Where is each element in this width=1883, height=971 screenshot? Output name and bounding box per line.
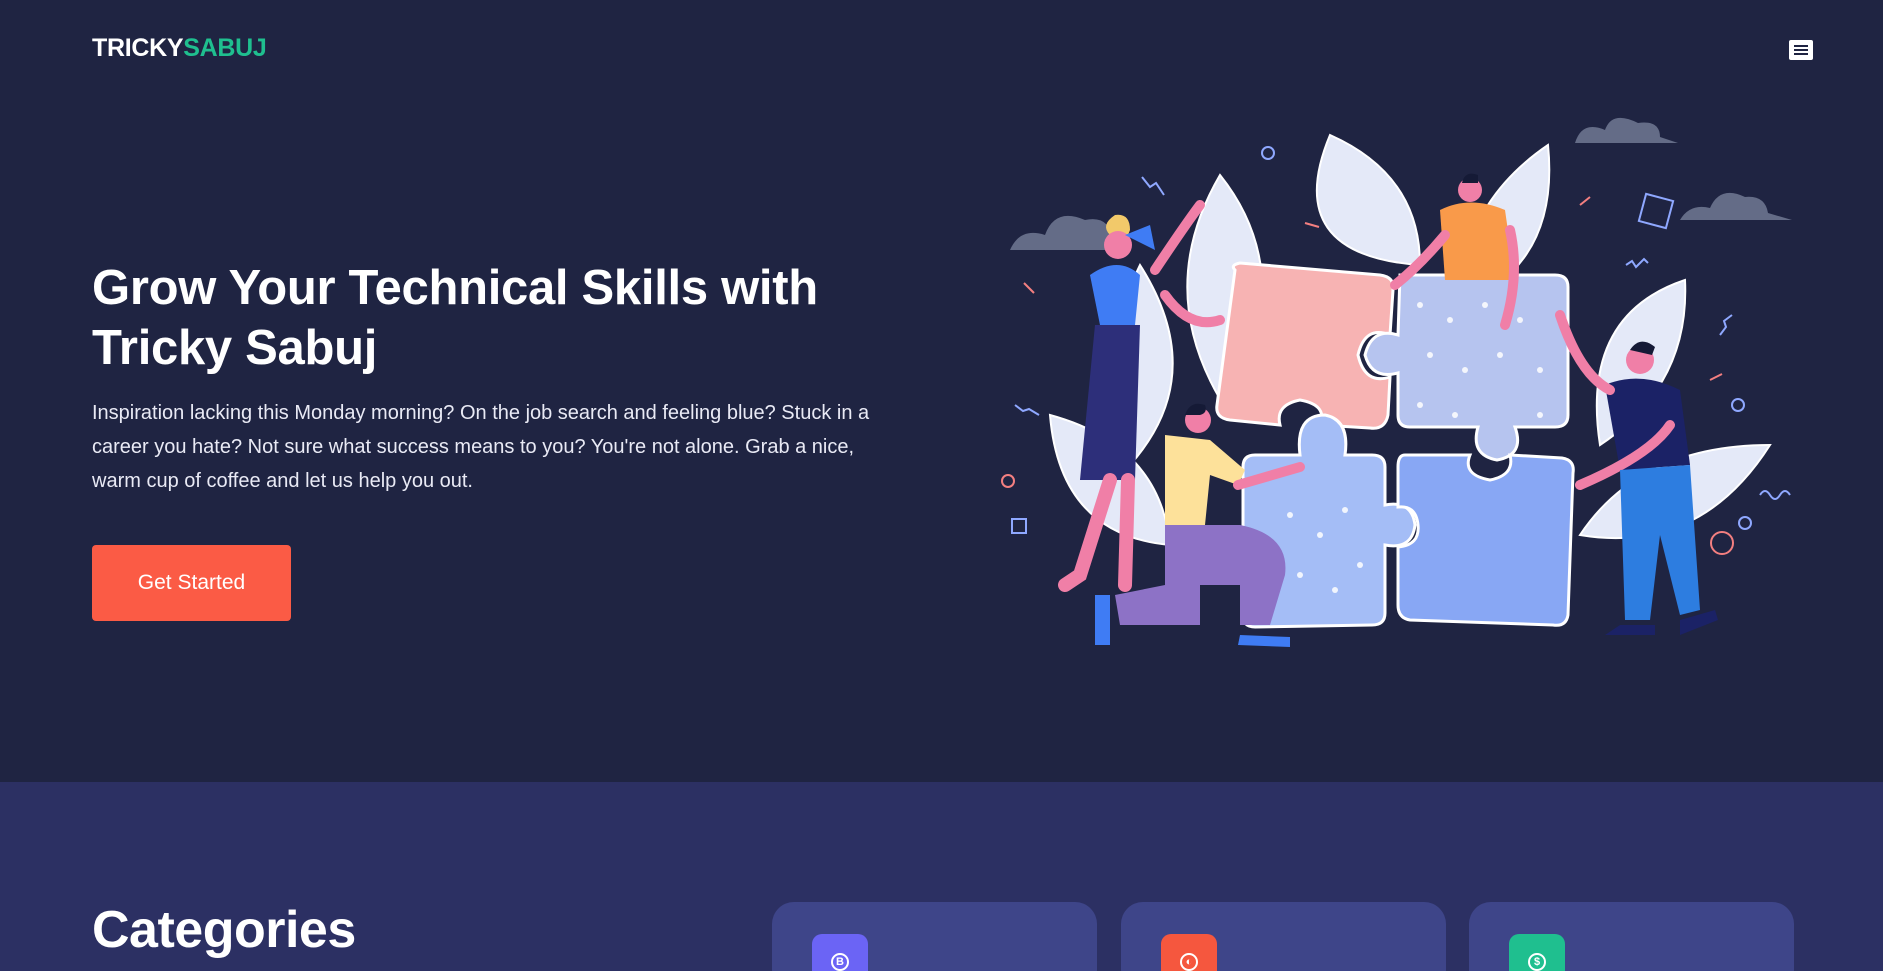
category-card-1[interactable]: B [772,902,1097,971]
logo-text-sabuj: SABUJ [183,34,267,62]
category-card-3[interactable]: $ [1469,902,1794,971]
categories-title: Categories [92,901,356,959]
bitcoin-glyph: B [831,953,849,971]
hero-description: Inspiration lacking this Monday morning?… [92,402,870,492]
hero-title: Grow Your Technical Skills with Tricky S… [92,261,818,375]
logo-text-tricky: TRICKY [92,34,184,62]
palette-glyph: ◐ [1180,953,1198,971]
site-logo[interactable]: TRICKYSABUJ [92,34,267,63]
site-header: TRICKYSABUJ [0,0,1883,100]
bitcoin-icon: B [812,934,868,971]
team-assembling-puzzle-illustration [1001,117,1792,647]
dollar-glyph: $ [1528,953,1546,971]
hamburger-menu-icon[interactable] [1789,40,1813,60]
categories-section: Categories B ◐ $ [0,782,1883,971]
get-started-button[interactable]: Get Started [92,545,291,621]
dollar-icon: $ [1509,934,1565,971]
palette-icon: ◐ [1161,934,1217,971]
category-card-2[interactable]: ◐ [1121,902,1446,971]
